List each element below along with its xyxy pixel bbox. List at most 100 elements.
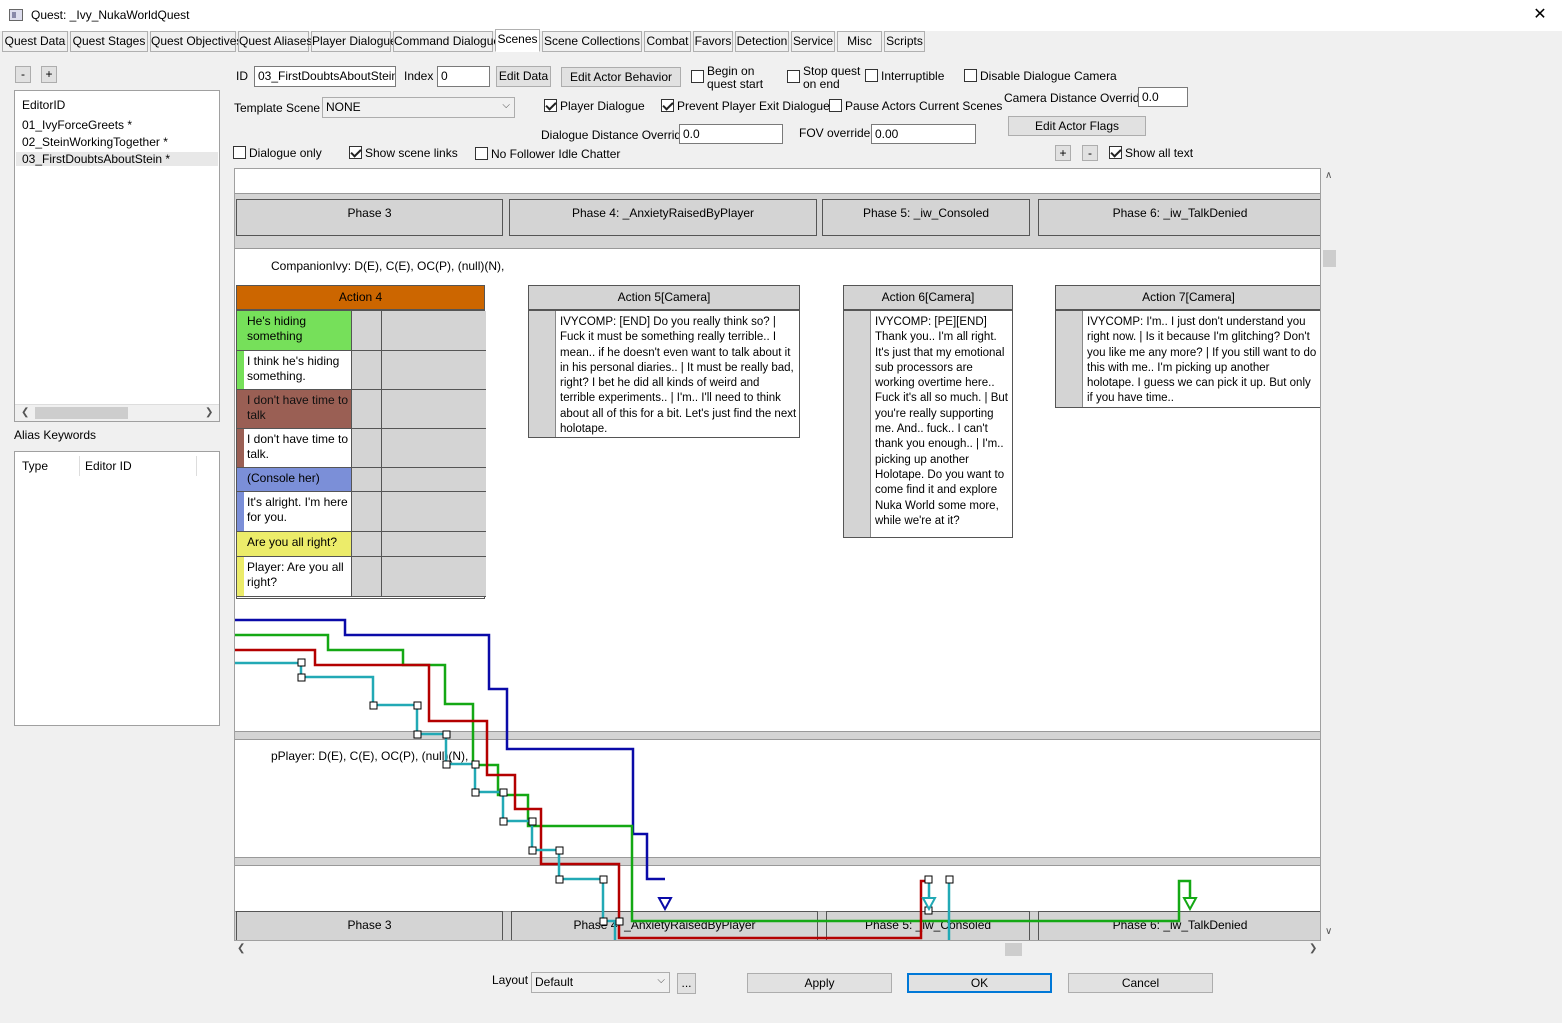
template-scene-label: Template Scene bbox=[234, 101, 321, 115]
app-icon bbox=[9, 9, 23, 21]
link-node bbox=[945, 875, 954, 884]
pause-actors-checkbox[interactable] bbox=[829, 99, 842, 112]
link-node bbox=[555, 846, 564, 855]
link-node bbox=[369, 701, 378, 710]
link-node bbox=[413, 701, 422, 710]
remove-scene-button[interactable]: - bbox=[15, 66, 31, 83]
link-line-green bbox=[235, 633, 1192, 923]
tab-scene-collections[interactable]: Scene Collections bbox=[542, 31, 642, 52]
zoom-in-button[interactable]: + bbox=[1055, 145, 1071, 161]
fov-override-field[interactable]: 0.00 bbox=[871, 124, 976, 144]
no-follower-idle-checkbox[interactable] bbox=[475, 147, 488, 160]
scrollbar-thumb[interactable] bbox=[1323, 250, 1336, 267]
disable-dialogue-camera-label: Disable Dialogue Camera bbox=[980, 69, 1117, 83]
link-node bbox=[528, 817, 537, 826]
chevron-down-icon: ⌵ bbox=[502, 100, 510, 111]
tab-service[interactable]: Service bbox=[791, 31, 835, 52]
scroll-right-icon[interactable]: ❯ bbox=[1309, 943, 1317, 954]
scene-canvas[interactable]: Phase 3 Phase 4: _AnxietyRaisedByPlayer … bbox=[234, 168, 1321, 941]
index-field[interactable]: 0 bbox=[437, 66, 490, 87]
show-scene-links-checkbox[interactable] bbox=[349, 146, 362, 159]
scroll-up-icon[interactable]: ∧ bbox=[1325, 170, 1332, 181]
link-node bbox=[555, 875, 564, 884]
tab-misc[interactable]: Misc bbox=[837, 31, 882, 52]
player-dialogue-checkbox[interactable] bbox=[544, 99, 557, 112]
scene-list-item[interactable]: 03_FirstDoubtsAboutStein * bbox=[16, 152, 218, 166]
scrollbar-thumb[interactable] bbox=[1005, 943, 1022, 956]
disable-dialogue-camera-checkbox[interactable] bbox=[964, 69, 977, 82]
horizontal-scrollbar[interactable]: ❮ ❯ bbox=[15, 404, 219, 421]
tab-quest-data[interactable]: Quest Data bbox=[2, 31, 68, 52]
tab-scenes[interactable]: Scenes bbox=[495, 29, 540, 52]
scroll-right-icon[interactable]: ❯ bbox=[205, 407, 213, 418]
tab-player-dialogue[interactable]: Player Dialogue bbox=[311, 31, 397, 52]
link-node bbox=[442, 730, 451, 739]
col-type[interactable]: Type bbox=[22, 459, 48, 473]
scrollbar-thumb[interactable] bbox=[35, 407, 128, 419]
prevent-player-exit-checkbox[interactable] bbox=[661, 99, 674, 112]
fov-override-label: FOV override bbox=[799, 126, 871, 140]
layout-select[interactable]: Default ⌵ bbox=[531, 972, 670, 993]
interruptible-label: Interruptible bbox=[881, 69, 945, 83]
interruptible-checkbox[interactable] bbox=[865, 69, 878, 82]
tab-combat[interactable]: Combat bbox=[644, 31, 691, 52]
link-node bbox=[297, 673, 306, 682]
show-all-text-checkbox[interactable] bbox=[1109, 146, 1122, 159]
link-arrow bbox=[657, 897, 673, 912]
link-node bbox=[499, 788, 508, 797]
pause-actors-label: Pause Actors Current Scenes bbox=[845, 99, 1003, 113]
alias-keywords-list: Type Editor ID bbox=[14, 451, 220, 726]
ok-button[interactable]: OK bbox=[907, 973, 1052, 993]
link-line-red bbox=[235, 648, 929, 940]
link-node bbox=[924, 875, 933, 884]
template-scene-select[interactable]: NONE ⌵ bbox=[322, 97, 515, 118]
tab-quest-objectives[interactable]: Quest Objectives bbox=[150, 31, 242, 52]
layout-more-button[interactable]: ... bbox=[677, 973, 696, 994]
tab-command-dialogue[interactable]: Command Dialogue bbox=[393, 31, 500, 52]
id-field[interactable]: 03_FirstDoubtsAboutStein bbox=[254, 66, 396, 87]
col-editor-id[interactable]: Editor ID bbox=[85, 459, 132, 473]
scene-list: EditorID 01_IvyForceGreets * 02_SteinWork… bbox=[14, 90, 220, 422]
tab-quest-aliases[interactable]: Quest Aliases bbox=[238, 31, 312, 52]
canvas-vertical-scrollbar[interactable]: ∧ ∨ bbox=[1321, 168, 1338, 941]
scroll-left-icon[interactable]: ❮ bbox=[21, 407, 29, 418]
dialogue-only-label: Dialogue only bbox=[249, 146, 322, 160]
camera-distance-label: Camera Distance Override bbox=[1004, 91, 1147, 105]
stop-quest-on-end-label: Stop quest on end bbox=[803, 64, 861, 91]
edit-actor-behavior-button[interactable]: Edit Actor Behavior bbox=[561, 67, 681, 87]
add-scene-button[interactable]: + bbox=[41, 66, 57, 83]
player-dialogue-label: Player Dialogue bbox=[560, 99, 645, 113]
prevent-player-exit-label: Prevent Player Exit Dialogue bbox=[677, 99, 830, 113]
begin-on-quest-start-checkbox[interactable] bbox=[691, 70, 704, 83]
edit-data-button[interactable]: Edit Data bbox=[496, 66, 551, 87]
stop-quest-on-end-checkbox[interactable] bbox=[787, 70, 800, 83]
dialogue-distance-field[interactable]: 0.0 bbox=[679, 124, 783, 144]
camera-distance-field[interactable]: 0.0 bbox=[1138, 87, 1188, 107]
edit-actor-flags-button[interactable]: Edit Actor Flags bbox=[1008, 116, 1146, 136]
scene-list-item[interactable]: 02_SteinWorkingTogether * bbox=[22, 135, 168, 149]
tab-favors[interactable]: Favors bbox=[693, 31, 733, 52]
apply-button[interactable]: Apply bbox=[747, 973, 892, 993]
begin-on-quest-start-label: Begin on quest start bbox=[707, 64, 764, 91]
link-node bbox=[615, 917, 624, 926]
layout-label: Layout bbox=[492, 973, 529, 987]
cancel-button[interactable]: Cancel bbox=[1068, 973, 1213, 993]
link-node bbox=[297, 658, 306, 667]
zoom-out-button[interactable]: - bbox=[1082, 145, 1098, 161]
list-header-editorid[interactable]: EditorID bbox=[22, 98, 65, 112]
tab-quest-stages[interactable]: Quest Stages bbox=[70, 31, 148, 52]
scene-list-item[interactable]: 01_IvyForceGreets * bbox=[22, 118, 132, 132]
title-bar: Quest: _Ivy_NukaWorldQuest ✕ bbox=[0, 0, 1562, 31]
tab-scripts[interactable]: Scripts bbox=[884, 31, 925, 52]
link-arrow bbox=[1182, 897, 1198, 912]
dialogue-only-checkbox[interactable] bbox=[233, 146, 246, 159]
close-icon[interactable]: ✕ bbox=[1527, 3, 1553, 27]
link-node bbox=[442, 760, 451, 769]
show-all-text-label: Show all text bbox=[1125, 146, 1194, 160]
alias-keywords-label: Alias Keywords bbox=[14, 428, 97, 442]
scroll-left-icon[interactable]: ❮ bbox=[237, 943, 245, 954]
canvas-horizontal-scrollbar[interactable]: ❮ ❯ bbox=[234, 941, 1321, 958]
scroll-down-icon[interactable]: ∨ bbox=[1325, 926, 1332, 937]
tab-detection[interactable]: Detection bbox=[735, 31, 789, 52]
no-follower-idle-label: No Follower Idle Chatter bbox=[491, 147, 621, 161]
